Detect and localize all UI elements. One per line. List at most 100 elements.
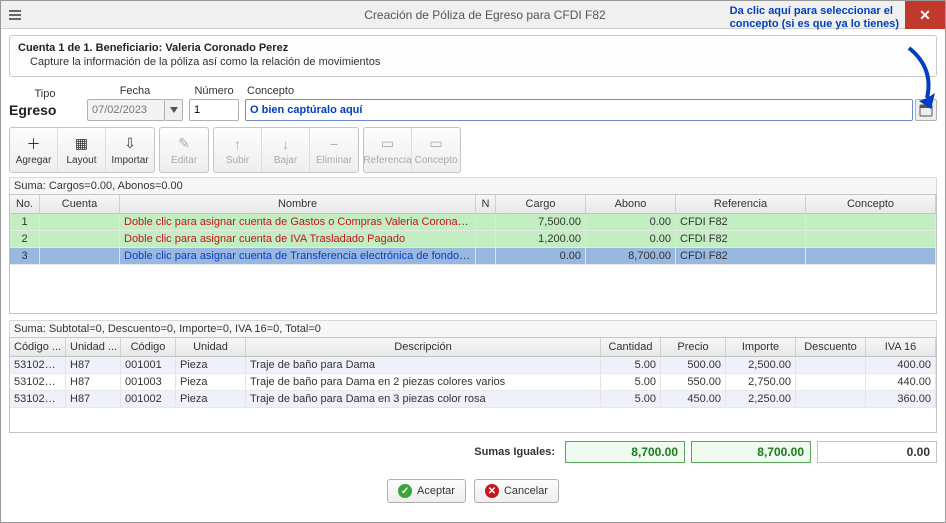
fecha-input[interactable] — [87, 99, 165, 121]
col-abono[interactable]: Abono — [586, 195, 676, 213]
hint-text: Da clic aquí para seleccionar el concept… — [730, 5, 899, 31]
cell-referencia: CFDI F82 — [676, 231, 806, 247]
movements-header: No. Cuenta Nombre N Cargo Abono Referenc… — [10, 195, 936, 214]
reference-icon: ▭ — [381, 135, 394, 153]
cell-cuenta[interactable] — [40, 248, 120, 264]
concepto-input[interactable] — [245, 99, 913, 121]
cell-nombre[interactable]: Doble clic para asignar cuenta de Gastos… — [120, 214, 476, 230]
col-unidad-sat[interactable]: Unidad ... — [66, 338, 121, 356]
close-button[interactable]: ✕ — [905, 1, 945, 29]
concept-icon: ▭ — [429, 135, 442, 153]
cell-descripcion: Traje de baño para Dama en 3 piezas colo… — [246, 391, 601, 407]
cell-cargo: 7,500.00 — [496, 214, 586, 230]
cell-codigo: 001003 — [121, 374, 176, 390]
items-grid[interactable]: Código ... Unidad ... Código Unidad Desc… — [9, 337, 937, 433]
cell-cantidad: 5.00 — [601, 357, 661, 373]
col-cargo[interactable]: Cargo — [496, 195, 586, 213]
cell-importe: 2,250.00 — [726, 391, 796, 407]
col-iva[interactable]: IVA 16 — [866, 338, 936, 356]
hint-line1: Da clic aquí para seleccionar el — [730, 5, 899, 18]
col-codigo-sat[interactable]: Código ... — [10, 338, 66, 356]
cell-abono: 8,700.00 — [586, 248, 676, 264]
col-codigo[interactable]: Código — [121, 338, 176, 356]
sumas-iguales-label: Sumas Iguales: — [474, 446, 555, 458]
toolbar: ＋Agregar ▦Layout ⇩Importar ✎Editar ↑Subi… — [9, 127, 937, 173]
cell-codigo: 001001 — [121, 357, 176, 373]
hint-arrow-icon — [879, 43, 939, 116]
arrow-up-icon: ↑ — [234, 135, 241, 153]
eliminar-button[interactable]: −Eliminar — [310, 128, 358, 172]
cell-no: 2 — [10, 231, 40, 247]
bajar-button[interactable]: ↓Bajar — [262, 128, 310, 172]
table-row[interactable]: 1 Doble clic para asignar cuenta de Gasto… — [10, 214, 936, 231]
aceptar-button[interactable]: ✓Aceptar — [387, 479, 466, 503]
layout-icon: ▦ — [75, 135, 88, 153]
layout-button[interactable]: ▦Layout — [58, 128, 106, 172]
col-referencia[interactable]: Referencia — [676, 195, 806, 213]
table-row[interactable]: 53102802H87001002PiezaTraje de baño para… — [10, 391, 936, 408]
agregar-button[interactable]: ＋Agregar — [10, 128, 58, 172]
cell-cuenta[interactable] — [40, 214, 120, 230]
fecha-dropdown-button[interactable] — [165, 99, 183, 121]
table-row[interactable]: 53102802H87001003PiezaTraje de baño para… — [10, 374, 936, 391]
col-descuento[interactable]: Descuento — [796, 338, 866, 356]
cell-descripcion: Traje de baño para Dama en 2 piezas colo… — [246, 374, 601, 390]
col-importe[interactable]: Importe — [726, 338, 796, 356]
cell-unidad-sat: H87 — [66, 391, 121, 407]
cell-cantidad: 5.00 — [601, 391, 661, 407]
numero-input[interactable] — [189, 99, 239, 121]
table-row[interactable]: 2 Doble clic para asignar cuenta de IVA T… — [10, 231, 936, 248]
movements-grid[interactable]: No. Cuenta Nombre N Cargo Abono Referenc… — [9, 194, 937, 314]
fecha-label: Fecha — [120, 85, 151, 97]
cell-nombre[interactable]: Doble clic para asignar cuenta de IVA Tr… — [120, 231, 476, 247]
total-cargo: 8,700.00 — [565, 441, 685, 463]
total-abono: 8,700.00 — [691, 441, 811, 463]
cell-precio: 450.00 — [661, 391, 726, 407]
cell-descripcion: Traje de baño para Dama — [246, 357, 601, 373]
poliza-window: Creación de Póliza de Egreso para CFDI F… — [0, 0, 946, 523]
concepto-label: Concepto — [247, 85, 294, 97]
cell-cuenta[interactable] — [40, 231, 120, 247]
cell-codigo: 001002 — [121, 391, 176, 407]
cell-concepto — [806, 214, 936, 230]
cell-concepto — [806, 231, 936, 247]
col-nombre[interactable]: Nombre — [120, 195, 476, 213]
total-diff: 0.00 — [817, 441, 937, 463]
cell-n — [476, 214, 496, 230]
col-n[interactable]: N — [476, 195, 496, 213]
items-header: Código ... Unidad ... Código Unidad Desc… — [10, 338, 936, 357]
table-row[interactable]: 3Doble clic para asignar cuenta de Trans… — [10, 248, 936, 265]
col-cuenta[interactable]: Cuenta — [40, 195, 120, 213]
subir-button[interactable]: ↑Subir — [214, 128, 262, 172]
importar-button[interactable]: ⇩Importar — [106, 128, 154, 172]
cell-no: 1 — [10, 214, 40, 230]
menu-icon[interactable] — [7, 7, 23, 23]
totals-row: Sumas Iguales: 8,700.00 8,700.00 0.00 — [9, 441, 937, 463]
cell-n — [476, 231, 496, 247]
x-icon: ✕ — [485, 484, 499, 498]
cell-codigo-sat: 53102802 — [10, 374, 66, 390]
col-cantidad[interactable]: Cantidad — [601, 338, 661, 356]
col-unidad[interactable]: Unidad — [176, 338, 246, 356]
concepto-button[interactable]: ▭Concepto — [412, 128, 460, 172]
form-row: Tipo Egreso Fecha Número Concepto — [9, 85, 937, 121]
cell-codigo-sat: 53102802 — [10, 391, 66, 407]
cell-abono: 0.00 — [586, 231, 676, 247]
cell-descuento — [796, 374, 866, 390]
referencia-button[interactable]: ▭Referencia — [364, 128, 412, 172]
col-concepto[interactable]: Concepto — [806, 195, 936, 213]
panel-title: Cuenta 1 de 1. Beneficiario: Valeria Cor… — [18, 42, 928, 54]
col-descripcion[interactable]: Descripción — [246, 338, 601, 356]
cell-cargo: 1,200.00 — [496, 231, 586, 247]
col-precio[interactable]: Precio — [661, 338, 726, 356]
cell-iva: 400.00 — [866, 357, 936, 373]
cell-cargo: 0.00 — [496, 248, 586, 264]
plus-icon: ＋ — [27, 135, 41, 153]
table-row[interactable]: 53102802H87001001PiezaTraje de baño para… — [10, 357, 936, 374]
cancelar-button[interactable]: ✕Cancelar — [474, 479, 559, 503]
cell-unidad: Pieza — [176, 391, 246, 407]
col-no[interactable]: No. — [10, 195, 40, 213]
editar-button[interactable]: ✎Editar — [160, 128, 208, 172]
footer-buttons: ✓Aceptar ✕Cancelar — [1, 473, 945, 509]
cell-nombre[interactable]: Doble clic para asignar cuenta de Transf… — [120, 248, 476, 264]
